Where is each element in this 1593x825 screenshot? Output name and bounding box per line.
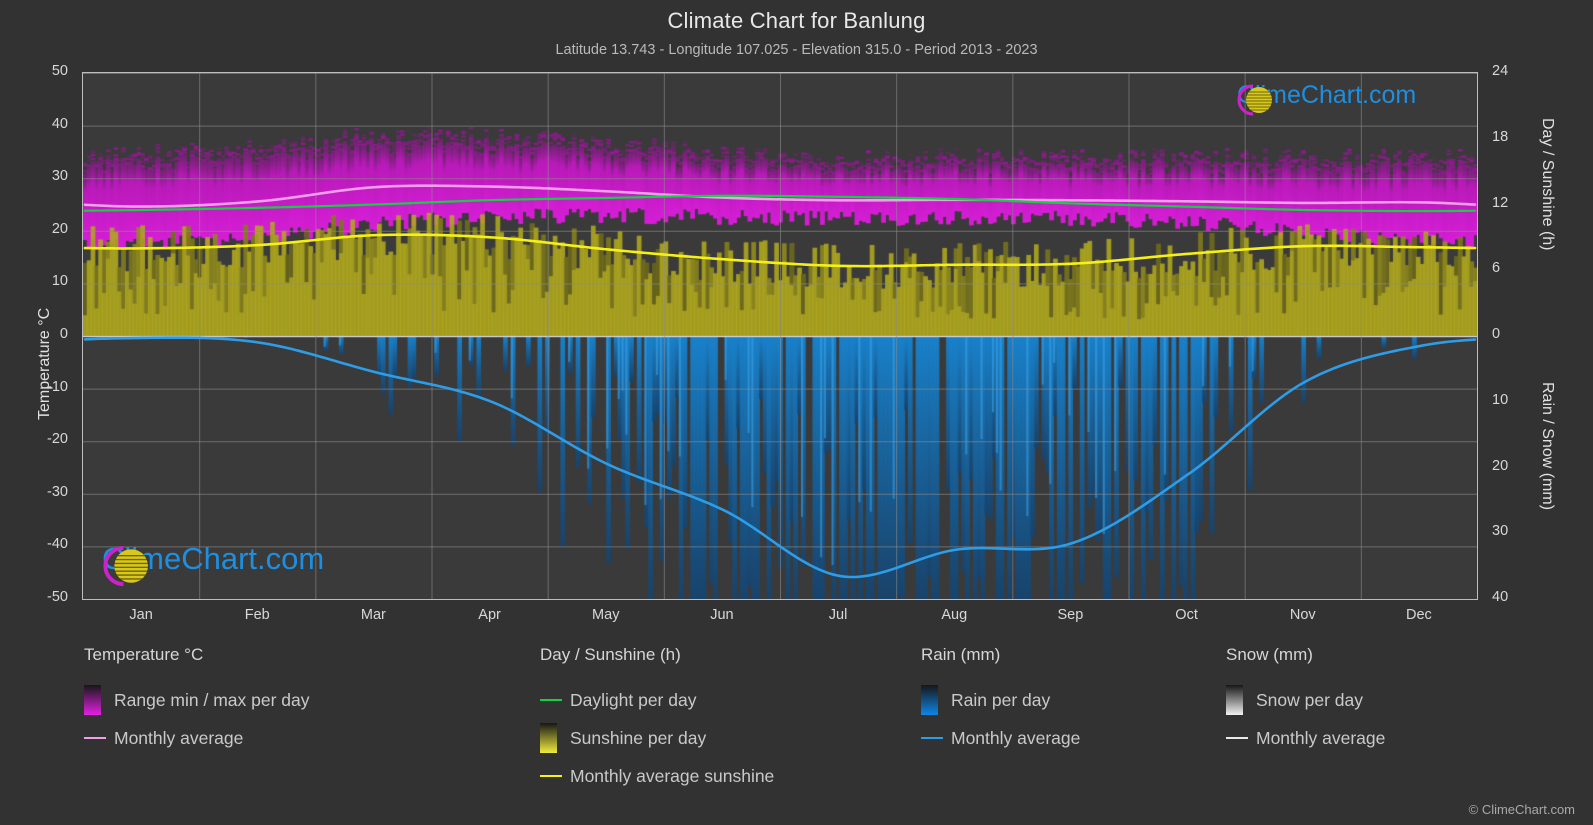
legend-item[interactable]: Daylight per day: [540, 681, 774, 719]
right-tick-day-12: 12: [1492, 194, 1509, 211]
legend-column-day-sunshine-h: Day / Sunshine (h) Daylight per day Sunshi…: [540, 645, 774, 795]
left-tick-neg50: -50: [47, 589, 68, 605]
legend-item-label: Monthly average: [1256, 727, 1386, 748]
left-tick-0: 0: [59, 326, 68, 342]
legend-heading: Day / Sunshine (h): [540, 645, 681, 664]
legend-item-label: Rain per day: [951, 689, 1051, 710]
x-tick-apr: Apr: [478, 607, 501, 623]
x-tick-jul: Jul: [828, 607, 848, 623]
right-tick-rain-20: 20: [1492, 457, 1509, 474]
legend-swatch-icon: [1226, 685, 1243, 715]
legend-item[interactable]: Monthly average: [921, 719, 1080, 757]
legend-item-label: Monthly average: [951, 727, 1081, 748]
x-tick-mar: Mar: [360, 607, 386, 623]
right-tick-rain-10: 10: [1492, 391, 1509, 408]
legend-line-icon: [84, 736, 106, 740]
legend-heading: Snow (mm): [1226, 645, 1313, 664]
page-title: Climate Chart for Banlung: [667, 8, 926, 33]
plot-area: ClimeChart.com ClimeChart.com: [82, 72, 1478, 600]
left-tick-neg30: -30: [47, 483, 68, 500]
legend-column-snow-mm: Snow (mm) Snow per day Monthly average: [1226, 645, 1385, 757]
right-tick-day-18: 18: [1492, 128, 1509, 145]
legend-swatch-icon: [84, 685, 101, 715]
legend-item-label: Snow per day: [1256, 689, 1364, 710]
x-tick-sep: Sep: [1057, 607, 1084, 623]
right-tick-day-0: 0: [1492, 326, 1501, 342]
legend-line-icon: [540, 698, 562, 702]
legend-item[interactable]: Monthly average: [84, 719, 310, 757]
x-tick-dec: Dec: [1406, 607, 1432, 623]
left-tick-50: 50: [51, 63, 68, 79]
climate-chart-page: Climate Chart for Banlung Latitude 13.74…: [0, 0, 1593, 825]
left-axis-title: Temperature °C: [36, 307, 53, 420]
left-tick-neg10: -10: [47, 378, 68, 395]
legend-item-label: Sunshine per day: [570, 727, 707, 748]
legend-item-label: Monthly average sunshine: [570, 765, 775, 786]
left-tick-neg20: -20: [47, 431, 68, 448]
x-tick-aug: Aug: [941, 607, 968, 623]
right-tick-day-24: 24: [1492, 63, 1509, 79]
legend-swatch-icon: [540, 723, 557, 753]
left-tick-40: 40: [51, 115, 68, 132]
x-tick-feb: Feb: [244, 607, 270, 623]
legend-column-rain-mm: Rain (mm) Rain per day Monthly average: [921, 645, 1080, 757]
legend-item-label: Daylight per day: [570, 689, 697, 710]
legend-item-label: Monthly average: [114, 727, 244, 748]
series-lines: [83, 73, 1477, 599]
x-tick-jan: Jan: [129, 607, 153, 623]
legend-item[interactable]: Monthly average: [1226, 719, 1385, 757]
climechart-logo-icon: [103, 545, 148, 587]
x-tick-nov: Nov: [1289, 607, 1316, 623]
legend-item[interactable]: Monthly average sunshine: [540, 757, 774, 795]
x-tick-may: May: [592, 607, 620, 623]
legend-item-label: Range min / max per day: [114, 689, 310, 710]
x-tick-oct: Oct: [1175, 607, 1198, 623]
left-tick-neg40: -40: [47, 536, 68, 553]
legend-column-temperature-c: Temperature °C Range min / max per day Mon…: [84, 645, 310, 757]
legend-swatch-icon: [921, 685, 938, 715]
chart-legend: Temperature °C Range min / max per day Mon…: [0, 645, 1593, 825]
legend-line-icon: [1226, 736, 1248, 740]
legend-item[interactable]: Range min / max per day: [84, 681, 310, 719]
legend-heading: Rain (mm): [921, 645, 1001, 664]
left-tick-30: 30: [51, 168, 68, 185]
legend-line-icon: [540, 774, 562, 778]
watermark-bottom: ClimeChart.com: [95, 541, 324, 587]
right-tick-rain-40: 40: [1492, 589, 1509, 605]
legend-item[interactable]: Rain per day: [921, 681, 1080, 719]
right-tick-day-6: 6: [1492, 260, 1501, 277]
climechart-logo-icon: [1237, 84, 1272, 116]
legend-heading: Temperature °C: [84, 645, 204, 664]
x-tick-jun: Jun: [710, 607, 734, 623]
page-subtitle: Latitude 13.743 - Longitude 107.025 - El…: [555, 42, 1038, 58]
copyright-notice: © ClimeChart.com: [1468, 802, 1575, 817]
right-tick-rain-30: 30: [1492, 523, 1509, 540]
left-tick-20: 20: [51, 220, 68, 237]
watermark-top: ClimeChart.com: [1231, 81, 1416, 116]
legend-line-icon: [921, 736, 943, 740]
left-tick-10: 10: [51, 273, 68, 290]
legend-item[interactable]: Snow per day: [1226, 681, 1385, 719]
legend-item[interactable]: Sunshine per day: [540, 719, 774, 757]
